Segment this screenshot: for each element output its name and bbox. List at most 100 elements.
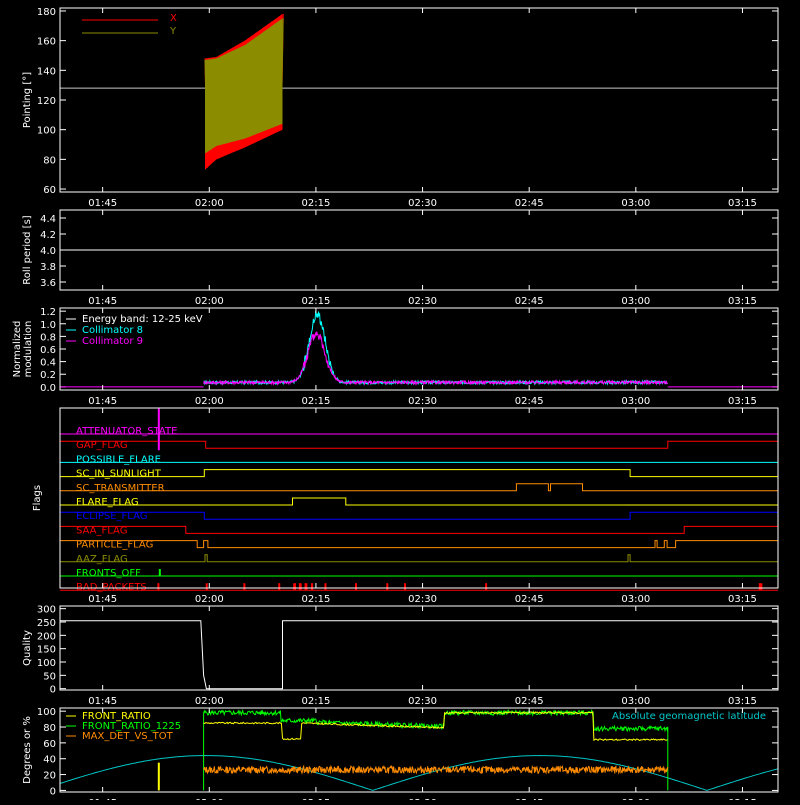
x-tick-label: 02:00 [195,594,224,605]
y-tick-label: 60 [43,185,56,196]
legend-label: X [170,13,177,24]
y-tick-label: 0 [50,786,56,797]
x-tick-label: 02:45 [515,594,544,605]
x-tick-label: 02:00 [195,198,224,209]
flag-spike [324,583,327,591]
flag-label-eclipse-flag: ECLIPSE_FLAG [76,511,147,522]
y-tick-label: 50 [43,671,56,682]
flag-label-sc-in-sunlight: SC_IN_SUNLIGHT [76,469,162,480]
x-tick-label: 03:15 [728,198,757,209]
x-tick-label: 02:15 [302,594,331,605]
y-tick-label: 1.0 [40,320,56,331]
y-tick-label: 3.6 [40,278,56,289]
legend-label: Collimator 9 [82,336,143,347]
x-tick-label: 02:15 [302,198,331,209]
flag-label-saa-flag: SAA_FLAG [76,525,127,536]
x-tick-label: 03:15 [728,296,757,307]
x-tick-label: 03:15 [728,696,757,707]
flag-label-possible-flare: POSSIBLE_FLARE [76,454,161,465]
x-tick-label: 03:00 [621,296,650,307]
x-tick-label: 03:00 [621,396,650,407]
x-tick-label: 03:00 [621,198,650,209]
legend-label: Collimator 8 [82,325,143,336]
y-tick-label: 140 [37,66,56,77]
flag-spike [158,569,161,576]
x-tick-label: 02:30 [408,296,437,307]
y-tick-label: 20 [43,771,56,782]
legend-label: Energy band: 12-25 keV [82,314,203,325]
y-tick-label: 0.8 [40,332,56,343]
flag-label-sc-transmitter: SC_TRANSMITTER [76,483,165,494]
x-tick-label: 03:00 [621,696,650,707]
x-tick-label: 03:15 [728,396,757,407]
y-axis-label: Degrees or % [22,716,33,784]
flag-spike [404,583,407,591]
flag-spike [278,583,281,591]
y-tick-label: 0.2 [40,370,56,381]
flag-spike [310,583,314,591]
flag-spike [243,583,246,591]
chart-canvas: 6080100120140160180Pointing [°]XY01:45 02… [0,0,800,805]
x-tick-label: 02:15 [302,296,331,307]
y-tick-label: 200 [37,631,56,642]
flag-spike [485,583,488,591]
y-axis-label: modulation [23,321,34,378]
y-tick-label: 3.8 [40,262,56,273]
flag-label-gap-flag: GAP_FLAG [76,440,128,451]
x-tick-label: 02:45 [515,696,544,707]
x-tick-label: 01:45 [88,198,117,209]
x-tick-label: 01:45 [88,296,117,307]
x-tick-label: 01:45 [88,396,117,407]
y-tick-label: 180 [37,7,56,18]
x-tick-label: 02:00 [195,396,224,407]
hessi-quicklook-chart: 60 80 100 120 140 160 180 Pointing [°] X Y 01:45 02… [0,0,800,805]
y-tick-label: 4.2 [40,230,56,241]
y-tick-label: 1.2 [40,307,56,318]
x-tick-label: 02:00 [195,296,224,307]
y-axis-label: Quality [22,630,33,666]
y-tick-label: 100 [37,707,56,718]
flag-label-fronts-off: FRONTS_OFF [76,568,141,579]
y-tick-label: 250 [37,618,56,629]
y-tick-label: 0.0 [40,383,56,394]
y-tick-label: 100 [37,126,56,137]
y-tick-label: 0.4 [40,358,56,369]
flag-label-aaz-flag: AAZ_FLAG [76,554,128,565]
x-tick-label: 02:15 [302,696,331,707]
y-tick-label: 4.4 [40,214,56,225]
y-tick-label: 4.0 [40,246,56,257]
x-tick-label: 02:30 [408,696,437,707]
flag-spike [205,583,208,591]
x-tick-label: 02:00 [195,696,224,707]
y-tick-label: 40 [43,755,56,766]
y-axis-label: Pointing [°] [22,72,33,128]
y-tick-label: 60 [43,739,56,750]
x-tick-label: 02:30 [408,396,437,407]
x-tick-label: 01:45 [88,696,117,707]
x-tick-label: 03:00 [621,594,650,605]
flag-label-particle-flag: PARTICLE_FLAG [76,540,153,551]
y-axis-label: Normalized [12,321,23,378]
flag-spike [293,583,297,591]
y-tick-label: 160 [37,37,56,48]
flag-spike [298,583,302,591]
flag-label-attenuator-state: ATTENUATOR_STATE [76,426,177,437]
x-tick-label: 02:30 [408,594,437,605]
flag-spike [157,583,160,591]
x-tick-label: 02:30 [408,198,437,209]
x-tick-label: 01:45 [88,594,117,605]
flag-spike [304,583,308,591]
flag-label-flare-flag: FLARE_FLAG [76,497,139,508]
y-tick-label: 80 [43,155,56,166]
y-tick-label: 300 [37,605,56,616]
x-tick-label: 02:45 [515,296,544,307]
legend-label: MAX_DET_VS_TOT [82,731,174,742]
y-axis-label: Flags [32,485,43,511]
y-tick-label: 80 [43,723,56,734]
legend-label: Y [169,26,177,37]
x-tick-label: 02:45 [515,198,544,209]
flag-spike [355,583,358,591]
y-tick-label: 150 [37,645,56,656]
y-tick-label: 120 [37,96,56,107]
y-tick-label: 100 [37,658,56,669]
